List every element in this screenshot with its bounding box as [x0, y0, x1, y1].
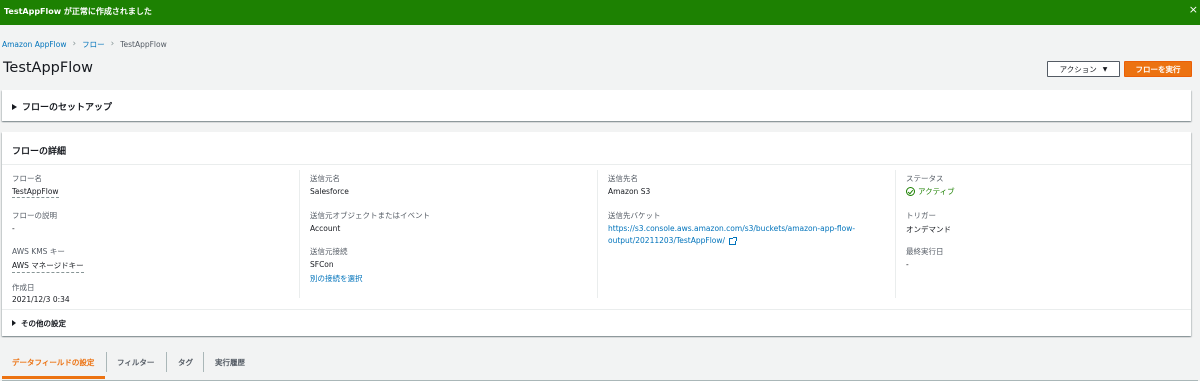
chevron-right-icon: ›: [110, 39, 115, 49]
last-run-value: -: [906, 260, 909, 269]
created-date-value: 2021/12/3 0:34: [12, 295, 70, 304]
check-circle-icon: [906, 187, 915, 196]
tab-filter[interactable]: フィルター: [117, 346, 154, 379]
tab-tags[interactable]: タグ: [178, 346, 193, 379]
actions-dropdown-button[interactable]: アクション ▼: [1047, 61, 1120, 77]
caret-right-icon: [12, 103, 17, 110]
flow-setup-expander[interactable]: フローのセットアップ: [12, 100, 112, 113]
other-settings-expander[interactable]: その他の設定: [12, 318, 66, 329]
active-tab-indicator: [2, 376, 105, 379]
tab-run-history[interactable]: 実行履歴: [215, 346, 245, 379]
flow-description-value: -: [12, 224, 15, 233]
destination-bucket-link-cont[interactable]: output/20211203/TestAppFlow/: [608, 236, 738, 245]
flow-details-title: フローの詳細: [12, 147, 67, 157]
column-divider: [895, 170, 896, 298]
run-flow-button[interactable]: フローを実行: [1124, 61, 1192, 77]
destination-bucket-link-line2: output/20211203/TestAppFlow/: [608, 236, 726, 245]
destination-bucket-link[interactable]: https://s3.console.aws.amazon.com/s3/buc…: [608, 224, 855, 233]
breadcrumb-current: TestAppFlow: [120, 39, 167, 49]
flow-details-panel: フローの詳細 フロー名 TestAppFlow フローの説明 - AWS KMS…: [2, 132, 1191, 336]
flow-description-label: フローの説明: [12, 211, 57, 220]
details-divider: [2, 309, 1191, 310]
status-badge: アクティブ: [906, 186, 955, 197]
breadcrumb-flows[interactable]: フロー: [82, 39, 105, 50]
success-banner: TestAppFlow が正常に作成されました ×: [0, 0, 1200, 25]
source-connection-label: 送信元接続: [310, 247, 348, 256]
tab-separator: [106, 352, 107, 372]
status-value: アクティブ: [918, 187, 955, 196]
column-divider: [597, 170, 598, 298]
status-label: ステータス: [906, 174, 944, 183]
flow-name-label: フロー名: [12, 174, 42, 183]
tab-bar: データフィールドの設定 フィルター タグ 実行履歴: [2, 346, 1198, 381]
details-column-1: フロー名 TestAppFlow フローの説明 - AWS KMS キー AWS…: [12, 165, 302, 304]
tab-separator: [203, 352, 204, 372]
kms-key-value[interactable]: AWS マネージドキー: [12, 260, 84, 273]
trigger-label: トリガー: [906, 211, 936, 220]
tab-data-field-settings[interactable]: データフィールドの設定: [12, 346, 94, 379]
destination-name-label: 送信先名: [608, 174, 638, 183]
select-other-connection-link[interactable]: 別の接続を選択: [310, 273, 363, 284]
flow-setup-title: フローのセットアップ: [22, 103, 113, 113]
source-name-value: Salesforce: [310, 187, 349, 196]
last-run-label: 最終実行日: [906, 247, 944, 256]
destination-bucket-label: 送信先バケット: [608, 211, 661, 220]
banner-message: TestAppFlow が正常に作成されました: [4, 7, 152, 16]
kms-key-label: AWS KMS キー: [12, 247, 65, 256]
caret-down-icon: ▼: [1102, 65, 1108, 73]
details-column-2: 送信元名 Salesforce 送信元オブジェクトまたはイベント Account…: [310, 165, 595, 303]
close-icon[interactable]: ×: [1189, 4, 1198, 15]
source-connection-value: SFCon: [310, 260, 334, 269]
flow-setup-panel: フローのセットアップ: [2, 90, 1191, 121]
breadcrumb: Amazon AppFlow › フロー › TestAppFlow: [2, 38, 167, 50]
flow-details-header: フローの詳細: [2, 132, 1191, 165]
actions-label: アクション: [1059, 64, 1097, 74]
details-column-3: 送信先名 Amazon S3 送信先バケット https://s3.consol…: [608, 165, 893, 303]
caret-right-icon: [12, 320, 16, 326]
breadcrumb-appflow[interactable]: Amazon AppFlow: [2, 40, 66, 49]
column-divider: [299, 170, 300, 298]
external-link-icon: [729, 236, 738, 245]
tab-separator: [166, 352, 167, 372]
other-settings-label: その他の設定: [21, 319, 66, 328]
source-name-label: 送信元名: [310, 174, 340, 183]
source-object-value: Account: [310, 224, 341, 233]
details-column-4: ステータス アクティブ トリガー オンデマンド 最終実行日 -: [906, 165, 1186, 303]
chevron-right-icon: ›: [72, 39, 77, 49]
created-date-label: 作成日: [12, 283, 35, 292]
destination-name-value: Amazon S3: [608, 187, 651, 196]
flow-name-value[interactable]: TestAppFlow: [12, 187, 59, 198]
trigger-value: オンデマンド: [906, 225, 951, 234]
source-object-label: 送信元オブジェクトまたはイベント: [310, 211, 430, 220]
page-title: TestAppFlow: [3, 60, 93, 76]
